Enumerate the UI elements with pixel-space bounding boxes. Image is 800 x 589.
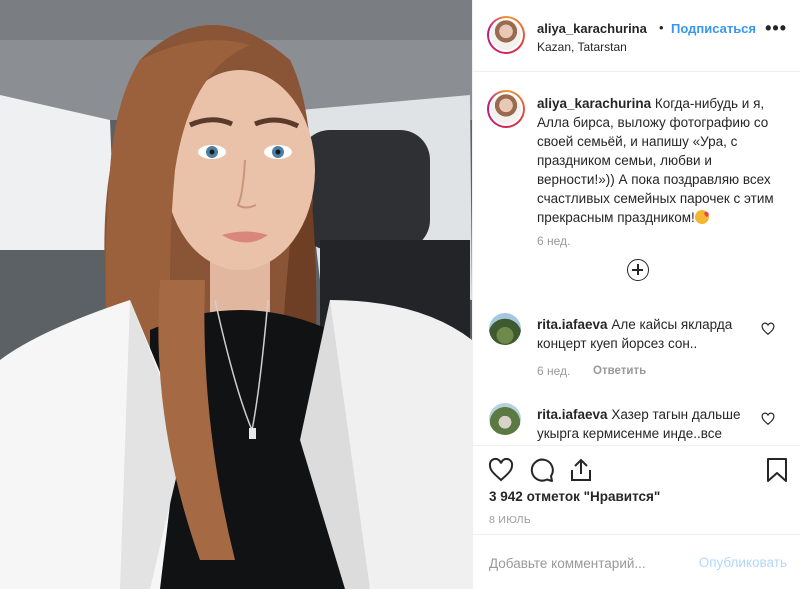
comment-input[interactable]	[489, 552, 689, 574]
publish-button[interactable]: Опубликовать	[699, 555, 787, 570]
likes-number: 3 942	[489, 489, 523, 504]
load-more-comments-plus-circle-icon[interactable]	[627, 259, 649, 281]
caption-line: счастливых семейных парочек с этим	[537, 191, 774, 206]
caption-line: своей семьёй, и напишу «Ура, с	[537, 134, 738, 149]
caption-username[interactable]: aliya_karachurina	[537, 96, 651, 111]
selfie-image	[0, 0, 472, 589]
comment-username[interactable]: rita.iafaeva	[537, 317, 608, 332]
caption-author-avatar[interactable]	[487, 90, 525, 128]
caption-line: верности!»)) А пока поздравляю всех	[537, 172, 771, 187]
comment-text: концерт куеп йорсез сон..	[537, 336, 698, 351]
author-avatar[interactable]	[487, 16, 525, 54]
bookmark-icon[interactable]	[763, 456, 791, 484]
share-icon[interactable]	[567, 456, 595, 484]
comment-username[interactable]: rita.iafaeva	[537, 407, 608, 422]
follow-button[interactable]: Подписаться	[671, 21, 756, 36]
heart-icon[interactable]	[487, 456, 515, 484]
comment-icon[interactable]	[527, 456, 555, 484]
post-date[interactable]: 8 ИЮЛЬ	[489, 514, 531, 526]
location-link[interactable]: Kazan, Tatarstan	[537, 40, 627, 54]
caption-timestamp[interactable]: 6 нед.	[537, 234, 570, 248]
comments-list[interactable]: aliya_karachurina Когда-нибудь и я, Алла…	[473, 72, 800, 445]
comment-text: укырга кермисенме инде..все	[537, 426, 723, 441]
comment-heart-icon[interactable]	[761, 322, 775, 336]
likes-label: отметок "Нравится"	[526, 489, 661, 504]
caption-line: Алла бирса, выложу фотографию со	[537, 115, 769, 130]
comment-text: Хазер тагын дальше	[611, 407, 741, 422]
more-icon[interactable]: •••	[765, 18, 787, 39]
caption-line: праздником семьи, любви и	[537, 153, 712, 168]
caption-line: прекрасным праздником!	[537, 210, 695, 225]
comment-text: Але кайсы якларда	[611, 317, 733, 332]
comment-item: rita.iafaeva Хазер тагын дальше укырга к…	[537, 405, 757, 443]
commenter-avatar[interactable]	[489, 313, 521, 345]
comment-item: rita.iafaeva Але кайсы якларда концерт к…	[537, 315, 757, 353]
post-actions: 3 942 отметок "Нравится" 8 ИЮЛЬ	[473, 445, 800, 530]
post-side-panel: aliya_karachurina • Подписаться Kazan, T…	[472, 0, 800, 589]
post-photo[interactable]	[0, 0, 472, 589]
commenter-avatar[interactable]	[489, 403, 521, 435]
likes-count[interactable]: 3 942 отметок "Нравится"	[489, 489, 660, 504]
reply-button[interactable]: Ответить	[593, 365, 646, 377]
comment-heart-icon[interactable]	[761, 412, 775, 426]
caption-line: Когда-нибудь и я,	[654, 96, 765, 111]
post-header: aliya_karachurina • Подписаться Kazan, T…	[473, 0, 800, 72]
comment-timestamp[interactable]: 6 нед.	[537, 364, 570, 378]
separator-dot: •	[659, 20, 664, 35]
post-caption: aliya_karachurina Когда-нибудь и я, Алла…	[537, 94, 787, 227]
kiss-emoji-icon	[694, 210, 709, 224]
author-username[interactable]: aliya_karachurina	[537, 21, 647, 36]
add-comment-bar: Опубликовать	[473, 534, 800, 589]
